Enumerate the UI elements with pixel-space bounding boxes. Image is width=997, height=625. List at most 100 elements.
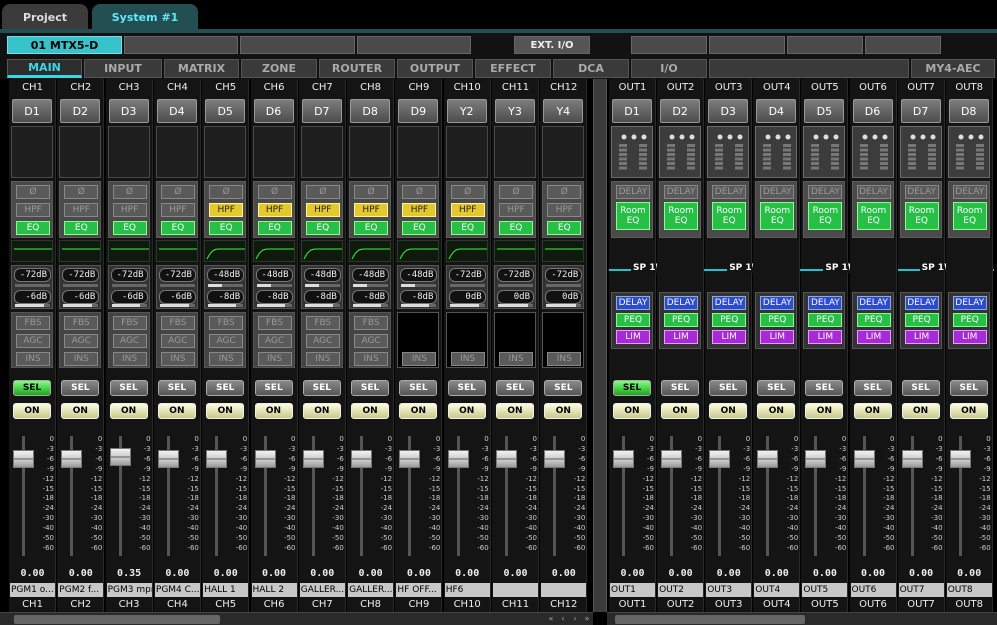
agc-button[interactable]: AGC <box>354 334 389 348</box>
channel-name-plate[interactable]: OUT4 <box>754 583 800 597</box>
tab-effect[interactable]: EFFECT <box>475 59 551 78</box>
room-eq-button[interactable]: Room EQ <box>760 202 795 230</box>
analog-gain-bar[interactable] <box>111 284 147 287</box>
ins-button[interactable]: INS <box>305 352 340 366</box>
input-port-button[interactable]: D1 <box>12 99 52 123</box>
fbs-button[interactable]: FBS <box>16 316 50 330</box>
lim-button[interactable]: LIM <box>616 330 650 344</box>
channel-name-plate[interactable] <box>541 583 587 597</box>
analog-gain-bar[interactable] <box>449 284 485 287</box>
peq-button[interactable]: PEQ <box>760 313 795 327</box>
scroll-last-icon[interactable]: » <box>581 613 593 625</box>
fader[interactable]: 0 -3 -6 -9 -12 -15 -18 -24 -30 -40 -50 -60 <box>609 432 656 559</box>
hpf-button[interactable]: HPF <box>209 203 244 217</box>
output-delay-button[interactable]: DELAY <box>760 296 795 310</box>
phase-button[interactable]: Ø <box>402 185 437 199</box>
input-port-button[interactable]: Y4 <box>543 99 584 123</box>
agc-button[interactable]: AGC <box>64 334 99 348</box>
hpf-button[interactable]: HPF <box>402 203 437 217</box>
phase-button[interactable]: Ø <box>499 185 533 199</box>
device-slot-2[interactable] <box>124 36 238 54</box>
output-scroll-thumb[interactable] <box>615 615 805 624</box>
fader-knob[interactable] <box>757 450 779 468</box>
delay-button[interactable]: DELAY <box>904 185 939 199</box>
hpf-button[interactable]: HPF <box>257 203 292 217</box>
sel-button[interactable]: SEL <box>613 380 651 396</box>
on-button[interactable]: ON <box>901 403 940 419</box>
ins-button[interactable]: INS <box>354 352 389 366</box>
sel-button[interactable]: SEL <box>109 380 148 396</box>
fbs-button[interactable]: FBS <box>305 316 340 330</box>
channel-name-plate[interactable]: PGM4 C... <box>154 583 200 597</box>
delay-button[interactable]: DELAY <box>664 185 699 199</box>
ins-button[interactable]: INS <box>257 352 292 366</box>
analog-gain-bar[interactable] <box>498 284 533 287</box>
output-delay-button[interactable]: DELAY <box>856 296 891 310</box>
peq-button[interactable]: PEQ <box>952 313 987 327</box>
digital-gain-bar[interactable] <box>111 304 147 307</box>
hpf-button[interactable]: HPF <box>160 203 195 217</box>
fader[interactable]: 0 -3 -6 -9 -12 -15 -18 -24 -30 -40 -50 -60 <box>946 432 993 559</box>
channel-name-plate[interactable]: OUT5 <box>802 583 848 597</box>
peq-button[interactable]: PEQ <box>856 313 891 327</box>
analog-gain-bar[interactable] <box>304 284 340 287</box>
analog-gain-value[interactable]: -72dB <box>545 268 583 282</box>
analog-gain-value[interactable]: -48dB <box>352 268 390 282</box>
hpf-button[interactable]: HPF <box>112 203 147 217</box>
output-delay-button[interactable]: DELAY <box>952 296 987 310</box>
on-button[interactable]: ON <box>544 403 583 419</box>
on-button[interactable]: ON <box>109 403 148 419</box>
device-slot-5[interactable] <box>631 36 707 54</box>
lim-button[interactable]: LIM <box>712 330 747 344</box>
output-delay-button[interactable]: DELAY <box>808 296 843 310</box>
tab-router[interactable]: ROUTER <box>319 59 395 78</box>
fader-knob[interactable] <box>613 450 634 468</box>
digital-gain-value[interactable]: 0dB <box>497 290 534 304</box>
delay-button[interactable]: DELAY <box>760 185 795 199</box>
lim-button[interactable]: LIM <box>952 330 987 344</box>
room-eq-button[interactable]: Room EQ <box>712 202 747 230</box>
agc-button[interactable]: AGC <box>112 334 147 348</box>
channel-name-plate[interactable]: OUT1 <box>610 583 655 597</box>
analog-gain-value[interactable]: -72dB <box>158 268 196 282</box>
sel-button[interactable]: SEL <box>351 380 390 396</box>
analog-gain-bar[interactable] <box>208 284 244 287</box>
fader[interactable]: 0 -3 -6 -9 -12 -15 -18 -24 -30 -40 -50 -60 <box>251 432 298 559</box>
sel-button[interactable]: SEL <box>254 380 293 396</box>
agc-button[interactable]: AGC <box>305 334 340 348</box>
on-button[interactable]: ON <box>13 403 51 419</box>
output-port-button[interactable]: D5 <box>804 99 845 123</box>
delay-button[interactable]: DELAY <box>952 185 987 199</box>
digital-gain-value[interactable]: -6dB <box>62 290 100 304</box>
analog-gain-value[interactable]: -48dB <box>400 268 438 282</box>
fader[interactable]: 0 -3 -6 -9 -12 -15 -18 -24 -30 -40 -50 -60 <box>9 432 56 559</box>
fader[interactable]: 0 -3 -6 -9 -12 -15 -18 -24 -30 -40 -50 -60 <box>850 432 897 559</box>
phase-button[interactable]: Ø <box>112 185 147 199</box>
scroll-right-icon[interactable]: › <box>569 613 581 625</box>
sel-button[interactable]: SEL <box>757 380 796 396</box>
output-port-button[interactable]: D7 <box>900 99 941 123</box>
tab-blank[interactable] <box>709 59 909 78</box>
digital-gain-bar[interactable] <box>304 304 340 307</box>
analog-gain-bar[interactable] <box>15 284 50 287</box>
channel-name-plate[interactable]: HALL 2 <box>251 583 297 597</box>
on-button[interactable]: ON <box>302 403 341 419</box>
on-button[interactable]: ON <box>805 403 844 419</box>
fbs-button[interactable]: FBS <box>209 316 244 330</box>
hpf-button[interactable]: HPF <box>499 203 533 217</box>
tab-io[interactable]: I/O <box>631 59 707 78</box>
fader-knob[interactable] <box>805 450 827 468</box>
on-button[interactable]: ON <box>757 403 796 419</box>
tab-system-1[interactable]: System #1 <box>92 4 198 30</box>
on-button[interactable]: ON <box>61 403 100 419</box>
output-delay-button[interactable]: DELAY <box>712 296 747 310</box>
on-button[interactable]: ON <box>613 403 651 419</box>
phase-button[interactable]: Ø <box>450 185 485 199</box>
tab-input[interactable]: INPUT <box>84 59 162 78</box>
ext-io-button[interactable]: EXT. I/O <box>514 36 590 54</box>
peq-button[interactable]: PEQ <box>664 313 699 327</box>
input-port-button[interactable]: Y2 <box>446 99 487 123</box>
fader[interactable]: 0 -3 -6 -9 -12 -15 -18 -24 -30 -40 -50 -60 <box>202 432 249 559</box>
channel-name-plate[interactable]: HF OFF... <box>396 583 442 597</box>
lim-button[interactable]: LIM <box>856 330 891 344</box>
